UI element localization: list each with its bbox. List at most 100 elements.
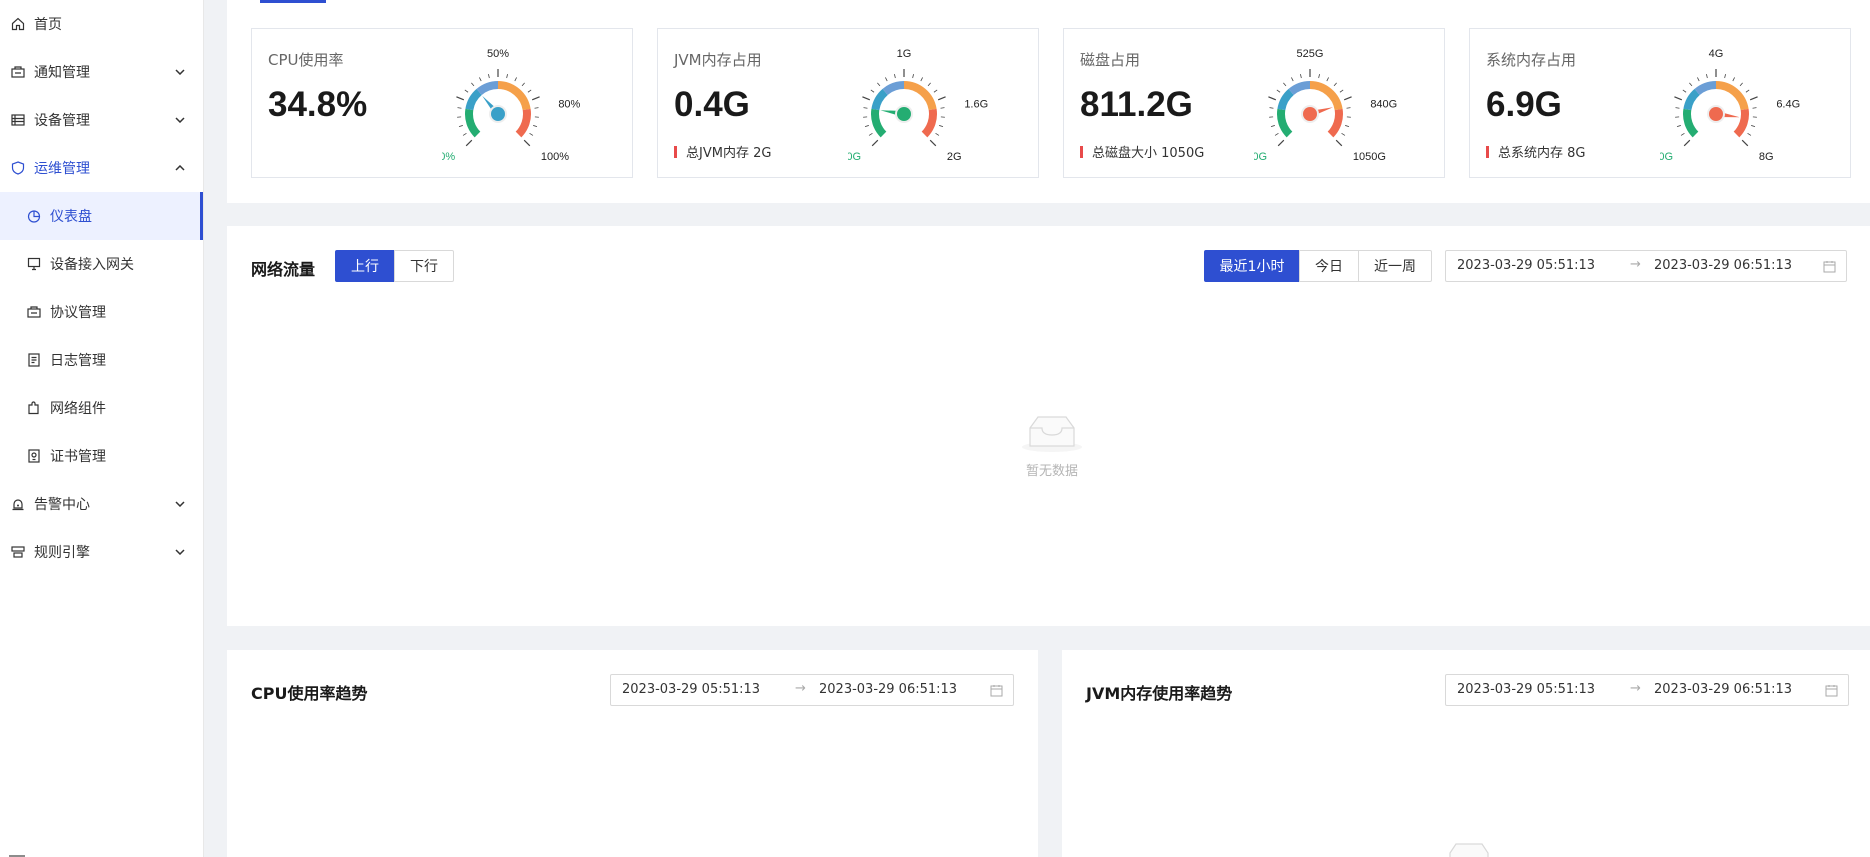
jvm-trend-panel: JVM内存使用率趋势 2023-03-29 05:51:13 → 2023-03… (1062, 650, 1870, 857)
app-root: 首页 通知管理 设备管理 运维管理 仪表盘 设备接入网关 协议管理 日志管理 网… (0, 0, 1870, 857)
gauge-tick (1277, 139, 1285, 147)
gauge-band (903, 81, 937, 111)
tab-today[interactable]: 今日 (1299, 250, 1359, 282)
tab-downstream[interactable]: 下行 (394, 250, 454, 282)
gauge-tick (514, 77, 517, 82)
sidebar-item-label: 证书管理 (50, 449, 106, 465)
gauge-tick-label: 525G (1297, 48, 1324, 60)
gauge-tick (1270, 125, 1275, 128)
gauge-band (871, 88, 888, 111)
gauge-tick (863, 107, 868, 109)
red-marker (1080, 145, 1083, 158)
shield-icon (10, 160, 26, 176)
gauge-tick (1751, 125, 1756, 128)
chevron-down-icon (175, 499, 185, 509)
gauge-tick (523, 139, 531, 147)
gauge-tick-label: 6.4G (1776, 98, 1800, 110)
gauge-tick (864, 125, 869, 128)
gauge-tick (894, 74, 896, 79)
gauge-tick (1724, 74, 1726, 79)
gauge-tick (1732, 77, 1735, 82)
range-end[interactable]: 2023-03-29 06:51:13 (819, 682, 957, 697)
card-title: 系统内存占用 (1486, 51, 1577, 69)
gauge-tick (1689, 82, 1693, 87)
gauge-tick (533, 125, 538, 128)
gauge-tick-label: 4G (1709, 48, 1724, 60)
gauge-tick (534, 107, 539, 109)
gauge-tick (488, 74, 490, 79)
card-subtitle: 总系统内存 8G (1486, 142, 1585, 161)
stat-card-cpu: CPU使用率 34.8% 0%20%50%80%100% (251, 28, 633, 178)
sidebar-item-network[interactable]: 网络组件 (0, 384, 203, 432)
range-start[interactable]: 2023-03-29 05:51:13 (1457, 682, 1595, 697)
gauge-band (1683, 108, 1699, 138)
gauge-tick (868, 132, 873, 136)
gauge-tick (1343, 96, 1352, 101)
gauge-tick (1676, 125, 1681, 128)
sidebar-item-alarm[interactable]: 告警中心 (0, 480, 203, 528)
device-icon (10, 112, 26, 128)
tab-last-hour[interactable]: 最近1小时 (1204, 250, 1300, 282)
sidebar-item-rule[interactable]: 规则引擎 (0, 528, 203, 576)
date-range-picker[interactable]: 2023-03-29 05:51:13 → 2023-03-29 06:51:1… (610, 674, 1014, 706)
gauge-tick-label: 8G (1759, 151, 1774, 161)
date-range-picker[interactable]: 2023-03-29 05:51:13 → 2023-03-29 06:51:1… (1445, 674, 1849, 706)
gauge-tick-label: 0G (1254, 151, 1267, 161)
stat-card-jvm: JVM内存占用 0.4G 总JVM内存 2G 0G0.4G1G1.6G2G (657, 28, 1039, 178)
gauge-tick-label: 0G (1660, 151, 1673, 161)
gauge-tick (1269, 107, 1274, 109)
range-arrow: → (795, 681, 806, 696)
gauge-tick-label: 2G (947, 151, 962, 161)
gauge-band (476, 81, 499, 96)
alarm-icon (10, 496, 26, 512)
gauge-tick (1706, 74, 1708, 79)
card-value: 6.9G (1486, 85, 1562, 124)
gauge-hub (1709, 107, 1723, 121)
direction-toggle: 上行 下行 (335, 250, 454, 282)
sidebar-item-label: 通知管理 (34, 65, 90, 81)
gauge-tick-label: 80% (558, 98, 580, 110)
chevron-up-icon (175, 163, 185, 173)
sidebar-item-label: 网络组件 (50, 401, 106, 417)
sidebar-item-ops[interactable]: 运维管理 (0, 144, 203, 192)
card-value: 811.2G (1080, 85, 1193, 124)
sidebar-item-home[interactable]: 首页 (0, 0, 203, 48)
sidebar-item-label: 告警中心 (34, 497, 90, 513)
sidebar-item-log[interactable]: 日志管理 (0, 336, 203, 384)
gauge-tick (1283, 82, 1287, 87)
calendar-icon (1823, 260, 1836, 273)
range-end[interactable]: 2023-03-29 06:51:13 (1654, 258, 1792, 273)
sidebar-item-gateway[interactable]: 设备接入网关 (0, 240, 203, 288)
menu-collapse-icon[interactable] (8, 848, 26, 857)
tab-upstream[interactable]: 上行 (335, 250, 395, 282)
gauge-tick (927, 82, 931, 87)
sidebar-item-dashboard[interactable]: 仪表盘 (0, 192, 203, 240)
card-title: JVM内存占用 (674, 51, 762, 69)
gauge-tick (1697, 77, 1700, 82)
gauge-tick (1318, 74, 1320, 79)
gauge-tick (1345, 125, 1350, 128)
gauge-tick (1291, 77, 1294, 82)
gauge-tick (935, 132, 940, 136)
sidebar-item-protocol[interactable]: 协议管理 (0, 288, 203, 336)
sidebar-item-cert[interactable]: 证书管理 (0, 432, 203, 480)
gauge-tick (1276, 89, 1281, 93)
sidebar-item-notice[interactable]: 通知管理 (0, 48, 203, 96)
range-start[interactable]: 2023-03-29 05:51:13 (1457, 258, 1595, 273)
chevron-down-icon (175, 67, 185, 77)
sidebar-item-device[interactable]: 设备管理 (0, 96, 203, 144)
date-range-picker[interactable]: 2023-03-29 05:51:13 → 2023-03-29 06:51:1… (1445, 250, 1847, 282)
gauge-chart: 0G0.4G1G1.6G2G (848, 48, 988, 161)
tab-last-week[interactable]: 近一周 (1358, 250, 1432, 282)
range-end[interactable]: 2023-03-29 06:51:13 (1654, 682, 1792, 697)
gauge-tick (1333, 82, 1337, 87)
gauge-tick (1741, 139, 1749, 147)
gauge-tick (1346, 107, 1351, 109)
rule-icon (10, 544, 26, 560)
range-start[interactable]: 2023-03-29 05:51:13 (622, 682, 760, 697)
gauge-tick (529, 132, 534, 136)
gauge-tick (531, 96, 540, 101)
gauge-tick (1675, 107, 1680, 109)
gauge-band (1288, 81, 1311, 96)
certificate-icon (26, 448, 42, 464)
